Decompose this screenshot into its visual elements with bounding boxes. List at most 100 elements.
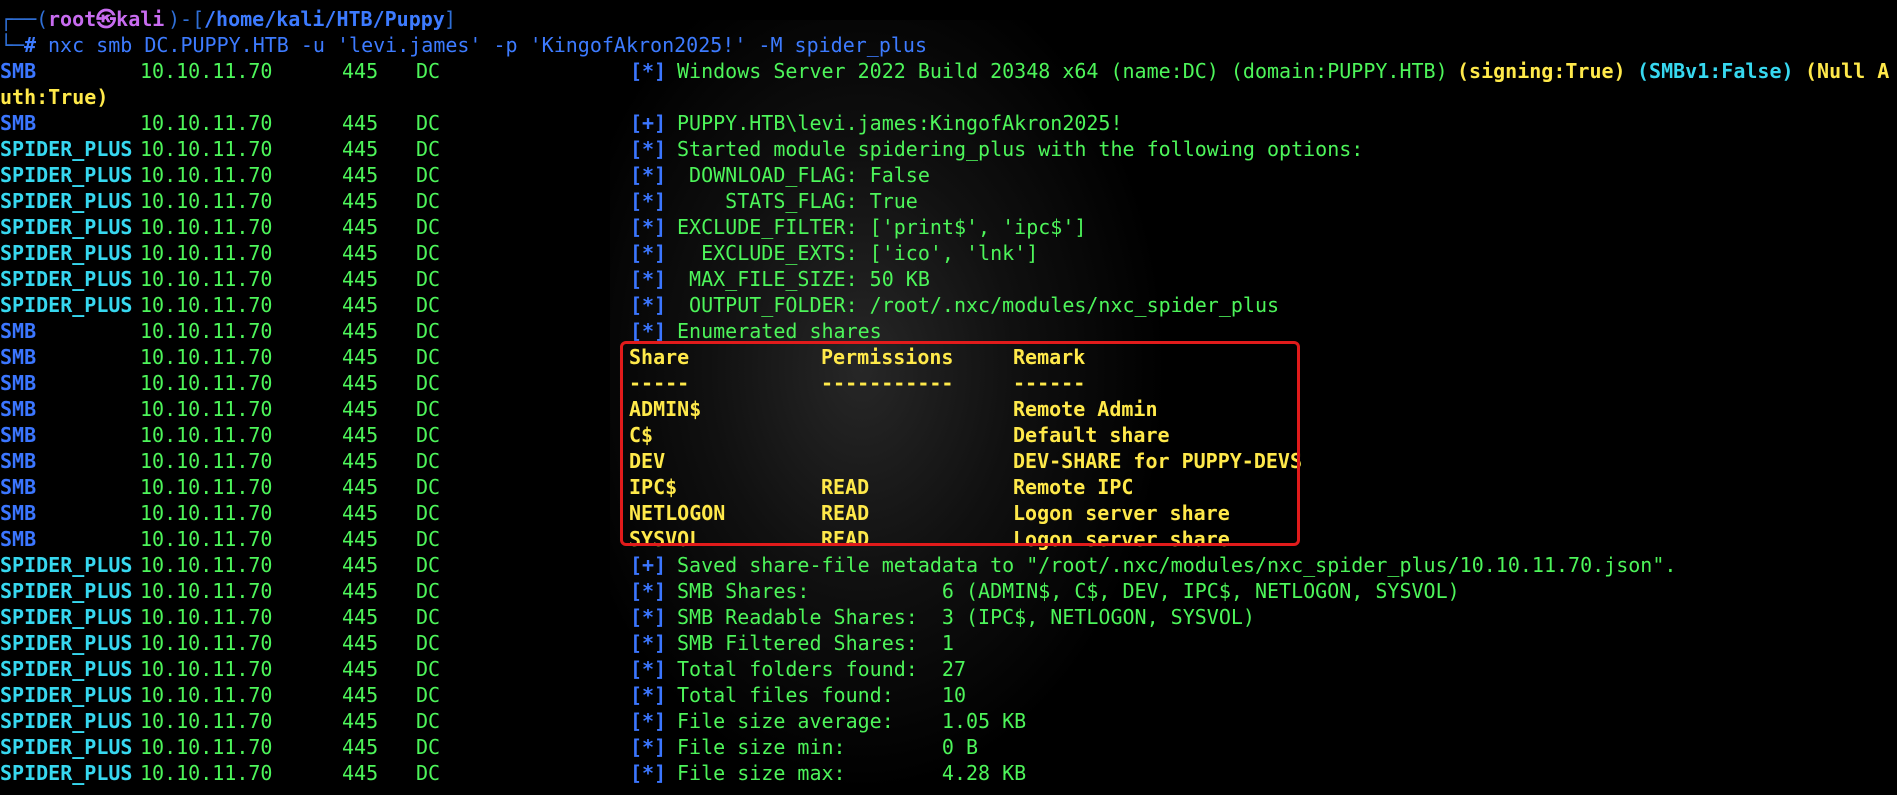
output-message: EXCLUDE_EXTS: ['ico', 'lnk'] (677, 241, 1039, 265)
port-number: 445 (342, 163, 379, 187)
highlight-box (620, 341, 1300, 546)
port-number: 445 (342, 579, 379, 603)
port-number: 445 (342, 709, 379, 733)
protocol-label: SPIDER_PLUS (0, 683, 133, 707)
protocol-label: SPIDER_PLUS (0, 735, 133, 759)
output-message: Total folders found: 27 (677, 657, 966, 681)
protocol-label: SPIDER_PLUS (0, 657, 133, 681)
ip-address: 10.10.11.70 (140, 163, 273, 187)
status-tag: [*] (630, 137, 667, 161)
ip-address: 10.10.11.70 (140, 319, 273, 343)
status-tag: [*] (630, 267, 667, 291)
prompt-border-mid: )-[ (168, 7, 205, 31)
port-number: 445 (342, 397, 379, 421)
ip-address: 10.10.11.70 (140, 371, 273, 395)
terminal-window[interactable]: ┌──( root㉿kali )-[ /home/kali/HTB/Puppy … (0, 0, 1897, 795)
protocol-label: SMB (0, 59, 37, 83)
output-message: DOWNLOAD_FLAG: False (677, 163, 930, 187)
port-number: 445 (342, 527, 379, 551)
status-tag: [*] (630, 241, 667, 265)
port-number: 445 (342, 735, 379, 759)
hostname: DC (416, 605, 441, 629)
ip-address: 10.10.11.70 (140, 449, 273, 473)
port-number: 445 (342, 449, 379, 473)
prompt-path: /home/kali/HTB/Puppy (204, 7, 445, 31)
ip-address: 10.10.11.70 (140, 475, 273, 499)
output-message: Windows Server 2022 Build 20348 x64 (nam… (677, 59, 1460, 83)
protocol-label: SPIDER_PLUS (0, 631, 133, 655)
status-tag: [*] (630, 59, 667, 83)
output-message: OUTPUT_FOLDER: /root/.nxc/modules/nxc_sp… (677, 293, 1280, 317)
hostname: DC (416, 709, 441, 733)
command-text[interactable]: nxc smb DC.PUPPY.HTB -u 'levi.james' -p … (48, 32, 927, 58)
ip-address: 10.10.11.70 (140, 683, 273, 707)
output-message: Saved share-file metadata to "/root/.nxc… (677, 553, 1677, 577)
protocol-label: SPIDER_PLUS (0, 241, 133, 265)
status-tag: [*] (630, 709, 667, 733)
prompt-line-2[interactable]: └─ # nxc smb DC.PUPPY.HTB -u 'levi.james… (0, 32, 927, 58)
hostname: DC (416, 449, 441, 473)
hostname: DC (416, 293, 441, 317)
port-number: 445 (342, 501, 379, 525)
ip-address: 10.10.11.70 (140, 59, 273, 83)
status-tag: [*] (630, 215, 667, 239)
port-number: 445 (342, 761, 379, 785)
port-number: 445 (342, 267, 379, 291)
status-tag: [*] (630, 683, 667, 707)
ip-address: 10.10.11.70 (140, 111, 273, 135)
status-tag: [*] (630, 657, 667, 681)
hostname: DC (416, 215, 441, 239)
protocol-label: SPIDER_PLUS (0, 553, 133, 577)
ip-address: 10.10.11.70 (140, 293, 273, 317)
status-tag: [*] (630, 293, 667, 317)
protocol-label: SPIDER_PLUS (0, 267, 133, 291)
port-number: 445 (342, 137, 379, 161)
output-message: Started module spidering_plus with the f… (677, 137, 1364, 161)
protocol-label: SMB (0, 475, 37, 499)
ip-address: 10.10.11.70 (140, 761, 273, 785)
protocol-label: SPIDER_PLUS (0, 189, 133, 213)
status-tag: [*] (630, 163, 667, 187)
output-message: MAX_FILE_SIZE: 50 KB (677, 267, 930, 291)
protocol-label: SMB (0, 345, 37, 369)
output-message: Total files found: 10 (677, 683, 966, 707)
protocol-label: SMB (0, 527, 37, 551)
ip-address: 10.10.11.70 (140, 137, 273, 161)
hostname: DC (416, 59, 441, 83)
output-message: File size min: 0 B (677, 735, 979, 759)
port-number: 445 (342, 605, 379, 629)
prompt-border-lead: └─ (0, 33, 25, 57)
output-message: SMB Shares: 6 (ADMIN$, C$, DEV, IPC$, NE… (677, 579, 1460, 603)
hostname: DC (416, 371, 441, 395)
port-number: 445 (342, 553, 379, 577)
prompt-border-close: ] (444, 7, 457, 31)
status-tag: [*] (630, 631, 667, 655)
protocol-label: SMB (0, 371, 37, 395)
protocol-label: SPIDER_PLUS (0, 215, 133, 239)
protocol-label: SMB (0, 501, 37, 525)
output-signing: (signing:True) (1457, 59, 1638, 83)
hostname: DC (416, 553, 441, 577)
prompt-border-open: ┌──( (0, 7, 49, 31)
protocol-label: SMB (0, 397, 37, 421)
port-number: 445 (342, 657, 379, 681)
prompt-line-1: ┌──( root㉿kali )-[ /home/kali/HTB/Puppy … (0, 6, 456, 32)
ip-address: 10.10.11.70 (140, 241, 273, 265)
protocol-label: SPIDER_PLUS (0, 579, 133, 603)
port-number: 445 (342, 319, 379, 343)
port-number: 445 (342, 371, 379, 395)
hostname: DC (416, 657, 441, 681)
hostname: DC (416, 631, 441, 655)
port-number: 445 (342, 423, 379, 447)
output-wrap-text: uth:True) (0, 85, 109, 109)
ip-address: 10.10.11.70 (140, 215, 273, 239)
hostname: DC (416, 501, 441, 525)
port-number: 445 (342, 293, 379, 317)
hostname: DC (416, 735, 441, 759)
protocol-label: SMB (0, 423, 37, 447)
output-message: File size max: 4.28 KB (677, 761, 1027, 785)
status-tag: [+] (630, 111, 667, 135)
protocol-label: SPIDER_PLUS (0, 709, 133, 733)
port-number: 445 (342, 111, 379, 135)
ip-address: 10.10.11.70 (140, 709, 273, 733)
